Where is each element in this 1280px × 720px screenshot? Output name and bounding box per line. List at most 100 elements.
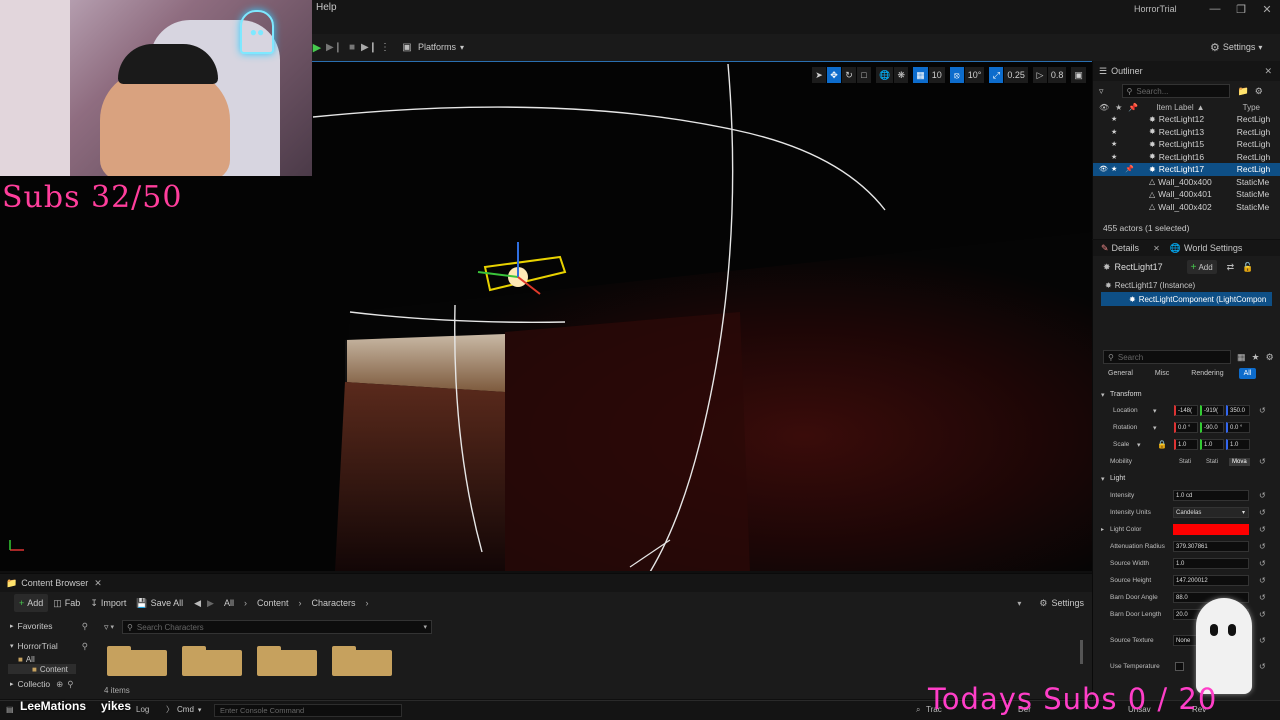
camera-speed-icon[interactable]: ▷ — [1032, 67, 1047, 83]
select-mode-icon[interactable]: ➤ — [812, 67, 826, 83]
folder-asset[interactable] — [332, 646, 392, 676]
gear-icon[interactable]: ⚙ — [1255, 86, 1263, 97]
close-tab-icon[interactable]: ✕ — [1153, 244, 1160, 253]
rotation-label[interactable]: Rotation — [1113, 424, 1137, 431]
reset-icon[interactable]: ↺ — [1259, 525, 1266, 534]
rotate-icon[interactable]: ↻ — [842, 67, 856, 83]
angle-snap-icon[interactable]: ⦻ — [949, 67, 964, 83]
maximize-viewport-icon[interactable]: ▣ — [1071, 67, 1086, 83]
minimize-icon[interactable]: — — [1202, 0, 1228, 18]
table-view-icon[interactable]: ▦ — [1237, 352, 1246, 363]
stop-icon[interactable]: ■ — [345, 40, 359, 54]
camera-speed[interactable]: 0.8 — [1047, 67, 1067, 83]
expand-icon[interactable]: ▸ — [1101, 526, 1104, 533]
scale-z[interactable]: 1.0 — [1226, 439, 1250, 450]
outliner-row[interactable]: ★ ✸ RectLight13 RectLigh — [1093, 126, 1280, 139]
blueprint-icon[interactable]: ⇄ — [1227, 262, 1235, 273]
star-icon[interactable]: ★ — [1107, 140, 1121, 148]
scale-x[interactable]: 1.0 — [1174, 439, 1198, 450]
details-search-input[interactable]: ⚲ Search — [1103, 350, 1231, 364]
col-type[interactable]: Type — [1243, 103, 1260, 112]
filter-tab-all[interactable]: All — [1238, 368, 1257, 379]
scale-label[interactable]: Scale — [1113, 441, 1129, 448]
location-x[interactable]: -148( — [1174, 405, 1198, 416]
asset-search-input[interactable]: ⚲ Search Characters ▾ — [122, 620, 433, 634]
object-name[interactable]: RectLight17 — [1115, 262, 1163, 272]
history-forward-icon[interactable]: ▶ — [207, 598, 214, 609]
search-icon[interactable]: ⚲ — [82, 621, 88, 632]
section-transform[interactable]: ▾ Transform — [1093, 386, 1280, 403]
use-temperature-checkbox[interactable] — [1175, 662, 1184, 671]
close-tab-icon[interactable]: ✕ — [1264, 66, 1272, 77]
reset-icon[interactable]: ↺ — [1259, 636, 1266, 645]
lock-ratio-icon[interactable]: 🔒 — [1157, 440, 1167, 449]
add-folder-icon[interactable]: 📁 — [1238, 86, 1249, 97]
outliner-row[interactable]: △ Wall_400x401 StaticMe — [1093, 188, 1280, 201]
scale-snap-icon[interactable]: ⤢ — [989, 67, 1004, 83]
reset-icon[interactable]: ↺ — [1259, 457, 1266, 466]
filter-tab-rendering[interactable]: Rendering — [1186, 368, 1228, 379]
star-icon[interactable]: ★ — [1107, 165, 1121, 173]
outliner-row[interactable]: ★ ✸ RectLight16 RectLigh — [1093, 151, 1280, 164]
tree-all[interactable]: ■ All — [0, 654, 100, 664]
outliner-tab[interactable]: ☰ Outliner ✕ — [1093, 61, 1280, 81]
intensity-value[interactable]: 1.0 cd — [1173, 490, 1249, 501]
light-color-swatch[interactable] — [1173, 524, 1249, 535]
menu-help[interactable]: Help — [316, 2, 337, 13]
rotation-z[interactable]: 0.0 ° — [1226, 422, 1250, 433]
outliner-search-input[interactable]: ⚲ Search... — [1121, 84, 1230, 98]
star-icon[interactable]: ★ — [1252, 352, 1260, 363]
scale-size[interactable]: 0.25 — [1004, 67, 1028, 83]
close-window-icon[interactable]: ✕ — [1254, 0, 1280, 18]
add-component-button[interactable]: + Add — [1186, 260, 1217, 274]
search-icon[interactable]: ⚲ — [67, 679, 73, 690]
outliner-row[interactable]: △ Wall_400x400 StaticMe — [1093, 176, 1280, 189]
eject-icon[interactable]: ▶❙ — [361, 40, 377, 54]
mobility-movable[interactable]: Mova — [1229, 457, 1250, 466]
reset-icon[interactable]: ↺ — [1259, 508, 1266, 517]
reset-icon[interactable]: ↺ — [1259, 576, 1266, 585]
gear-icon[interactable]: ⚙ — [1266, 352, 1274, 363]
intensity-units-select[interactable]: Candelas ▾ — [1173, 507, 1249, 518]
mobility-stationary[interactable]: Stati — [1203, 458, 1221, 466]
filter-tab-general[interactable]: General — [1103, 368, 1138, 379]
grid-snap-icon[interactable]: ▦ — [913, 67, 928, 83]
filter-icon[interactable]: ▿ — [104, 622, 109, 633]
world-space-icon[interactable]: 🌐 — [876, 67, 894, 83]
play-icon[interactable]: ▶ — [310, 40, 324, 54]
visibility-icon[interactable]: 👁 — [1093, 165, 1108, 173]
scrollbar[interactable] — [1080, 640, 1083, 664]
reset-icon[interactable]: ↺ — [1259, 491, 1266, 500]
grid-size[interactable]: 10 — [928, 67, 945, 83]
mobility-static[interactable]: Stati — [1176, 458, 1194, 466]
outliner-row[interactable]: 👁 ★ 📌 ✸ RectLight17 RectLigh — [1093, 163, 1280, 176]
step-icon[interactable]: ▶❙ — [326, 40, 342, 54]
cb-settings-button[interactable]: ⚙ Settings — [1039, 598, 1084, 609]
outliner-row[interactable]: ★ ✸ RectLight15 RectLigh — [1093, 138, 1280, 151]
location-y[interactable]: -919( — [1200, 405, 1224, 416]
collections-row[interactable]: ▸ Collectio ⊕ ⚲ — [0, 676, 100, 692]
crumb-all[interactable]: All — [224, 598, 234, 608]
content-drawer-icon[interactable]: ▤ — [6, 705, 14, 714]
close-tab-icon[interactable]: ✕ — [94, 578, 102, 589]
chevron-down-icon[interactable]: ▾ — [1153, 407, 1157, 415]
filter-tab-misc[interactable]: Misc — [1150, 368, 1174, 379]
tab-world-settings[interactable]: World Settings — [1184, 243, 1242, 253]
outliner-row[interactable]: △ Wall_400x402 StaticMe — [1093, 201, 1280, 214]
more-options-icon[interactable]: ⋮ — [380, 40, 390, 54]
output-log-button[interactable]: Log — [136, 705, 149, 714]
translate-icon[interactable]: ✥ — [827, 67, 841, 83]
crumb-content[interactable]: Content — [257, 598, 289, 608]
source-height-value[interactable]: 147.200012 — [1173, 575, 1249, 586]
reset-icon[interactable]: ↺ — [1259, 610, 1266, 619]
reset-icon[interactable]: ↺ — [1259, 593, 1266, 602]
tree-content[interactable]: ■ Content — [8, 664, 76, 674]
settings-button[interactable]: ⚙ Settings ▾ — [1210, 40, 1262, 54]
add-collection-icon[interactable]: ⊕ — [56, 679, 63, 690]
section-light[interactable]: ▾ Light — [1093, 470, 1280, 487]
chevron-down-icon[interactable]: ▾ — [1153, 424, 1157, 432]
rotation-x[interactable]: 0.0 ° — [1174, 422, 1198, 433]
star-icon[interactable]: ★ — [1107, 128, 1121, 136]
trace-icon[interactable]: ⌕ — [916, 705, 920, 715]
search-icon[interactable]: ⚲ — [82, 641, 88, 652]
